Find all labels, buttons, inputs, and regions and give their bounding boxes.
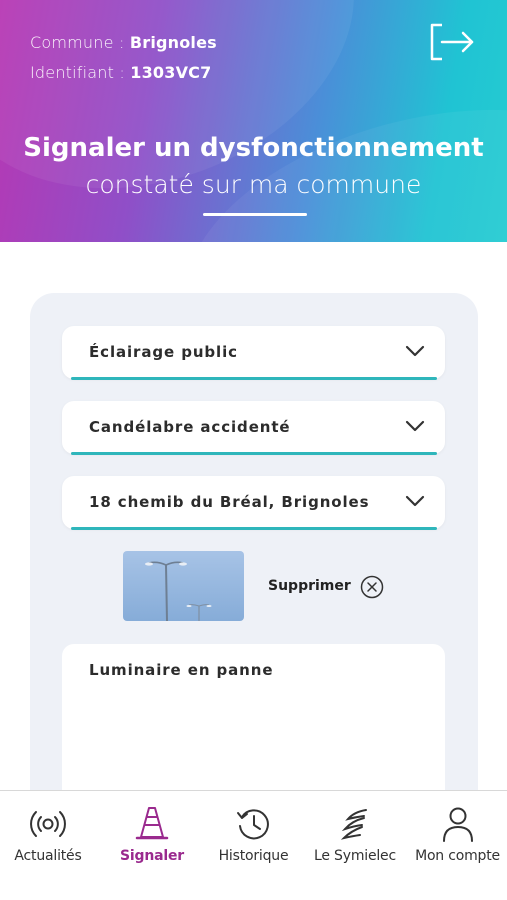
tab-label: Le Symielec — [314, 848, 396, 864]
address-select[interactable]: 18 chemib du Bréal, Brignoles — [62, 476, 445, 530]
logout-button[interactable] — [428, 22, 476, 62]
identifiant-label: Identifiant : — [30, 63, 131, 82]
tab-historique[interactable]: Historique — [205, 791, 302, 900]
identifiant-value: 1303VC7 — [130, 63, 212, 82]
chevron-down-icon — [405, 495, 425, 507]
tab-label: Signaler — [120, 848, 184, 864]
tab-le-symielec[interactable]: Le Symielec — [305, 791, 405, 900]
commune-info: Commune : Brignoles — [30, 33, 217, 52]
description-text: Luminaire en panne — [89, 661, 274, 679]
history-clock-icon — [237, 809, 269, 840]
description-textarea[interactable]: Luminaire en panne — [62, 644, 445, 804]
user-account-icon — [443, 807, 473, 842]
category-select[interactable]: Éclairage public — [62, 326, 445, 380]
broadcast-icon — [30, 811, 66, 837]
select-underline — [71, 527, 437, 530]
bottom-tab-bar: Actualités Signaler Historique Le Symiel… — [0, 790, 507, 900]
tab-label: Historique — [218, 848, 289, 864]
tab-label: Actualités — [14, 848, 82, 864]
photo-thumbnail[interactable] — [123, 551, 244, 621]
traffic-cone-icon — [135, 807, 169, 840]
street-lamp-photo — [145, 561, 212, 621]
tab-actualites[interactable]: Actualités — [0, 791, 96, 900]
problem-type-select-value: Candélabre accidenté — [89, 418, 291, 436]
title-underline — [203, 213, 307, 216]
header-banner: Commune : Brignoles Identifiant : 1303VC… — [0, 0, 507, 242]
chevron-down-icon — [405, 345, 425, 357]
problem-type-select[interactable]: Candélabre accidenté — [62, 401, 445, 455]
commune-value: Brignoles — [129, 33, 217, 52]
identifiant-info: Identifiant : 1303VC7 — [30, 63, 211, 82]
select-underline — [71, 377, 437, 380]
tab-label: Mon compte — [415, 848, 500, 864]
tab-mon-compte[interactable]: Mon compte — [408, 791, 507, 900]
delete-photo-label[interactable]: Supprimer — [268, 578, 351, 594]
tab-signaler[interactable]: Signaler — [103, 791, 201, 900]
close-circle-icon[interactable] — [360, 575, 384, 599]
select-underline — [71, 452, 437, 455]
page-subtitle: constaté sur ma commune — [85, 170, 422, 199]
category-select-value: Éclairage public — [89, 343, 238, 361]
symielec-logo-icon — [340, 809, 367, 840]
address-select-value: 18 chemib du Bréal, Brignoles — [89, 493, 370, 511]
chevron-down-icon — [405, 420, 425, 432]
logout-icon — [430, 23, 474, 61]
commune-label: Commune : — [30, 33, 130, 52]
page-title: Signaler un dysfonctionnement — [23, 133, 484, 163]
